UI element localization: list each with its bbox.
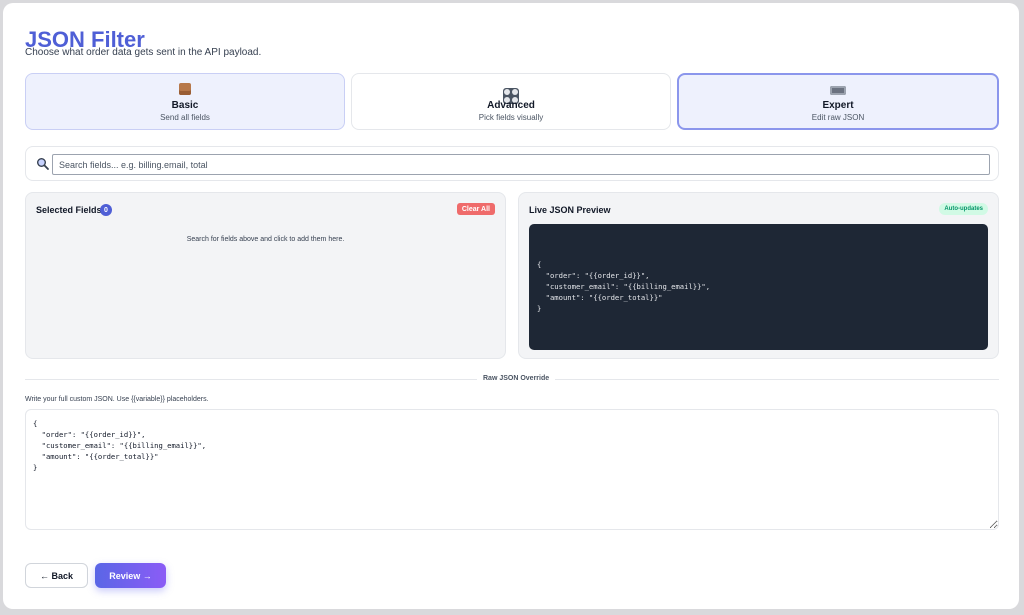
- mode-desc: Pick fields visually: [478, 112, 544, 122]
- wizard-window: JSON Filter Choose what order data gets …: [3, 3, 1019, 609]
- search-input[interactable]: [52, 154, 990, 175]
- selected-fields-panel: Selected Fields 0 Clear All Search for f…: [25, 192, 506, 359]
- selected-count-badge: 0: [100, 204, 112, 216]
- mode-title: Basic: [171, 99, 199, 111]
- mode-desc: Send all fields: [160, 112, 210, 122]
- page-subtitle: Choose what order data gets sent in the …: [25, 47, 262, 58]
- back-button[interactable]: ← Back: [25, 563, 88, 588]
- field-search-bar: [25, 146, 999, 181]
- empty-state-text: Search for fields above and click to add…: [186, 236, 345, 243]
- clear-all-button[interactable]: Clear All: [456, 203, 495, 215]
- search-icon: [37, 158, 49, 170]
- json-preview-code: { "order": "{{order_id}}", "customer_ema…: [529, 224, 988, 350]
- live-preview-panel: Live JSON Preview Auto-updates { "order"…: [518, 192, 999, 359]
- selected-fields-title: Selected Fields: [36, 205, 102, 215]
- auto-updates-badge: Auto-updates: [939, 203, 988, 215]
- raw-json-textarea[interactable]: { "order": "{{order_id}}", "customer_ema…: [25, 409, 999, 530]
- mode-selector: Basic Send all fields Advanced Pick fiel…: [25, 73, 999, 130]
- mode-card-advanced[interactable]: Advanced Pick fields visually: [351, 73, 671, 130]
- mode-card-expert[interactable]: Expert Edit raw JSON: [677, 73, 999, 130]
- live-preview-title: Live JSON Preview: [529, 205, 611, 215]
- mode-title: Advanced: [487, 99, 535, 111]
- raw-json-hint: Write your full custom JSON. Use {{varia…: [25, 396, 209, 403]
- box-icon: [179, 82, 191, 98]
- review-button[interactable]: Review →: [95, 563, 166, 588]
- mode-title: Expert: [822, 99, 854, 111]
- grid-icon: [503, 82, 519, 104]
- mode-desc: Edit raw JSON: [811, 112, 865, 122]
- keyboard-icon: [830, 82, 846, 98]
- mode-card-basic[interactable]: Basic Send all fields: [25, 73, 345, 130]
- raw-json-divider-label: Raw JSON Override: [477, 375, 556, 382]
